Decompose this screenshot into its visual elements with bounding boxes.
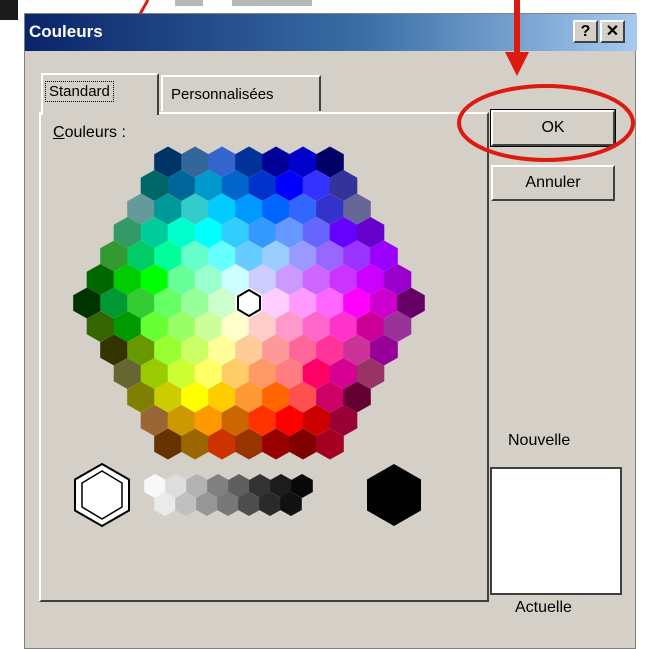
tab-standard[interactable]: Standard	[41, 73, 159, 115]
black-swatch[interactable]	[367, 464, 421, 526]
color-hexagon-palette[interactable]	[73, 146, 425, 460]
tab-standard-label: Standard	[45, 81, 114, 102]
annotation-arrow	[505, 0, 529, 76]
annotation-highlight	[457, 84, 635, 162]
white-swatch[interactable]	[74, 462, 130, 528]
annotation-arrow-tail	[138, 0, 150, 15]
grayscale-palette[interactable]	[74, 462, 421, 528]
